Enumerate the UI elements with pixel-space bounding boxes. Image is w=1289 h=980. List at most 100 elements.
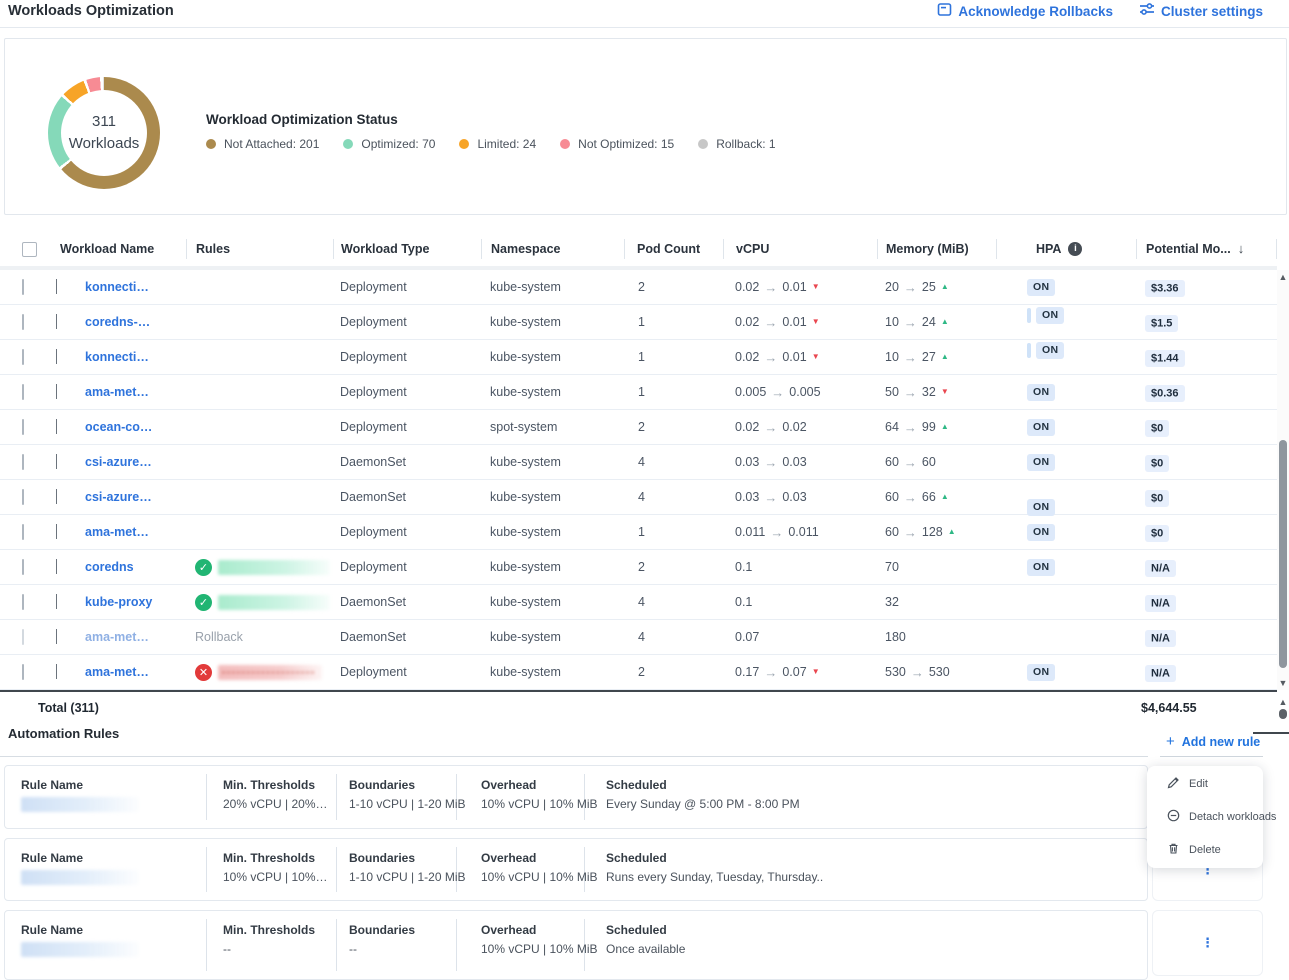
column-header-workload-type[interactable]: Workload Type [333, 239, 481, 259]
arrow-right-icon: → [904, 280, 917, 295]
table-row: ama-met…✕Deploymentkube-system20.17→0.07… [0, 655, 1277, 690]
table-row: ama-met…RollbackDaemonSetkube-system40.0… [0, 620, 1277, 655]
sort-descending-icon[interactable]: ↓ [1238, 239, 1245, 259]
row-checkbox[interactable] [22, 454, 24, 470]
column-header-rules[interactable]: Rules [186, 239, 333, 259]
scroll-down-arrow[interactable]: ▼ [1278, 678, 1288, 688]
chevron-right-icon[interactable] [56, 664, 57, 679]
cost-badge: $0 [1145, 525, 1169, 542]
menu-item-edit[interactable]: Edit [1147, 769, 1263, 799]
detach-icon [1167, 809, 1180, 825]
metric-cell: 60→66▲ [877, 490, 996, 505]
acknowledge-rollbacks-button[interactable]: Acknowledge Rollbacks [937, 2, 1113, 20]
row-checkbox[interactable] [22, 524, 24, 540]
trend-up-icon: ▲ [941, 423, 949, 431]
column-header-hpa[interactable]: HPAi [996, 239, 1136, 259]
chevron-right-icon[interactable] [56, 279, 57, 294]
column-header-potential-savings[interactable]: Potential Mo...↓ [1136, 239, 1277, 259]
arrow-right-icon: → [771, 385, 784, 400]
row-checkbox[interactable] [22, 419, 24, 435]
pod-count-cell: 2 [624, 420, 723, 434]
hpa-toggle-badge[interactable]: ON [1027, 454, 1055, 471]
namespace-cell: kube-system [481, 490, 624, 504]
column-header-vcpu[interactable]: vCPU [723, 239, 877, 259]
hpa-toggle-badge[interactable]: ON [1027, 559, 1055, 576]
hpa-toggle-badge[interactable]: ON [1027, 664, 1055, 681]
hpa-toggle-badge[interactable]: ON [1036, 342, 1064, 359]
workload-name-link[interactable]: konnecti… [76, 350, 186, 364]
column-header-memory[interactable]: Memory (MiB) [877, 239, 996, 259]
metric-to: 0.07 [782, 665, 806, 679]
hpa-info-icon[interactable]: i [1068, 242, 1082, 256]
workload-name-link[interactable]: kube-proxy [76, 595, 186, 609]
row-checkbox[interactable] [22, 629, 24, 645]
chevron-right-icon[interactable] [56, 454, 57, 469]
row-checkbox[interactable] [22, 314, 24, 330]
chevron-right-icon[interactable] [56, 629, 57, 644]
checkbox-cell [0, 665, 48, 679]
workload-name-link[interactable]: csi-azure… [76, 455, 186, 469]
chevron-right-icon[interactable] [56, 349, 57, 364]
row-checkbox[interactable] [22, 349, 24, 365]
column-header-pod-count[interactable]: Pod Count [624, 239, 723, 259]
chevron-right-icon[interactable] [56, 559, 57, 574]
total-savings-value: $4,644.55 [1141, 701, 1197, 715]
rule-kebab-menu-icon[interactable]: ⋮ [1201, 939, 1214, 947]
rules-cell: ✓ [186, 594, 333, 611]
workload-name-link[interactable]: coredns [76, 560, 186, 574]
row-checkbox[interactable] [22, 664, 24, 680]
add-new-rule-button[interactable]: + Add new rule [1166, 733, 1260, 750]
total-count-label: Total (311) [38, 701, 99, 715]
chevron-right-icon[interactable] [56, 524, 57, 539]
scroll-up-arrow[interactable]: ▲ [1278, 272, 1288, 282]
workload-name-link[interactable]: ama-met… [76, 385, 186, 399]
chevron-right-icon[interactable] [56, 594, 57, 609]
rule-error-icon: ✕ [195, 664, 212, 681]
expand-cell [48, 455, 76, 469]
workload-name-link[interactable]: ama-met… [76, 665, 186, 679]
checkbox-cell [0, 420, 48, 434]
metric-from: 60 [885, 455, 899, 469]
scrollbar-thumb[interactable] [1279, 440, 1287, 668]
row-checkbox[interactable] [22, 279, 24, 295]
workload-name-link[interactable]: coredns-… [76, 315, 186, 329]
workload-name-link[interactable]: ocean-co… [76, 420, 186, 434]
pod-count-cell: 2 [624, 665, 723, 679]
table-scrollbar[interactable]: ▲ ▼ [1277, 270, 1289, 690]
footer-scroll-up-arrow[interactable]: ▲ [1278, 697, 1288, 707]
row-checkbox[interactable] [22, 384, 24, 400]
workload-name-link[interactable]: konnecti… [76, 280, 186, 294]
row-checkbox[interactable] [22, 594, 24, 610]
menu-item-delete[interactable]: Delete [1147, 835, 1263, 865]
expand-cell [48, 420, 76, 434]
cluster-settings-button[interactable]: Cluster settings [1139, 2, 1263, 20]
workload-type-cell: Deployment [333, 560, 481, 574]
chevron-right-icon[interactable] [56, 384, 57, 399]
column-header-workload-name[interactable]: Workload Name [48, 239, 186, 259]
row-checkbox[interactable] [22, 559, 24, 575]
hpa-toggle-badge[interactable]: ON [1027, 384, 1055, 401]
chevron-right-icon[interactable] [56, 314, 57, 329]
metric-cell: 0.1 [723, 595, 877, 609]
menu-item-detach-workloads[interactable]: Detach workloads [1147, 802, 1263, 832]
footer-scrollbar-thumb[interactable] [1279, 709, 1287, 719]
hpa-toggle-badge[interactable]: ON [1036, 307, 1064, 324]
rule-overhead-value: 10% vCPU | 10% MiB [481, 797, 598, 811]
workload-name-link[interactable]: ama-met… [76, 630, 186, 644]
rule-success-icon: ✓ [195, 559, 212, 576]
hpa-toggle-badge[interactable]: ON [1027, 419, 1055, 436]
hpa-toggle-badge[interactable]: ON [1027, 279, 1055, 296]
cost-badge: $3.36 [1145, 280, 1185, 297]
row-checkbox[interactable] [22, 489, 24, 505]
workload-name-link[interactable]: csi-azure… [76, 490, 186, 504]
expand-cell [48, 385, 76, 399]
hpa-toggle-badge[interactable]: ON [1027, 524, 1055, 541]
column-header-namespace[interactable]: Namespace [481, 239, 624, 259]
metric-from: 60 [885, 525, 899, 539]
hpa-toggle-badge[interactable]: ON [1027, 499, 1055, 516]
rollback-label: Rollback [195, 630, 243, 644]
chevron-right-icon[interactable] [56, 489, 57, 504]
select-all-checkbox[interactable] [22, 242, 37, 257]
workload-name-link[interactable]: ama-met… [76, 525, 186, 539]
chevron-right-icon[interactable] [56, 419, 57, 434]
